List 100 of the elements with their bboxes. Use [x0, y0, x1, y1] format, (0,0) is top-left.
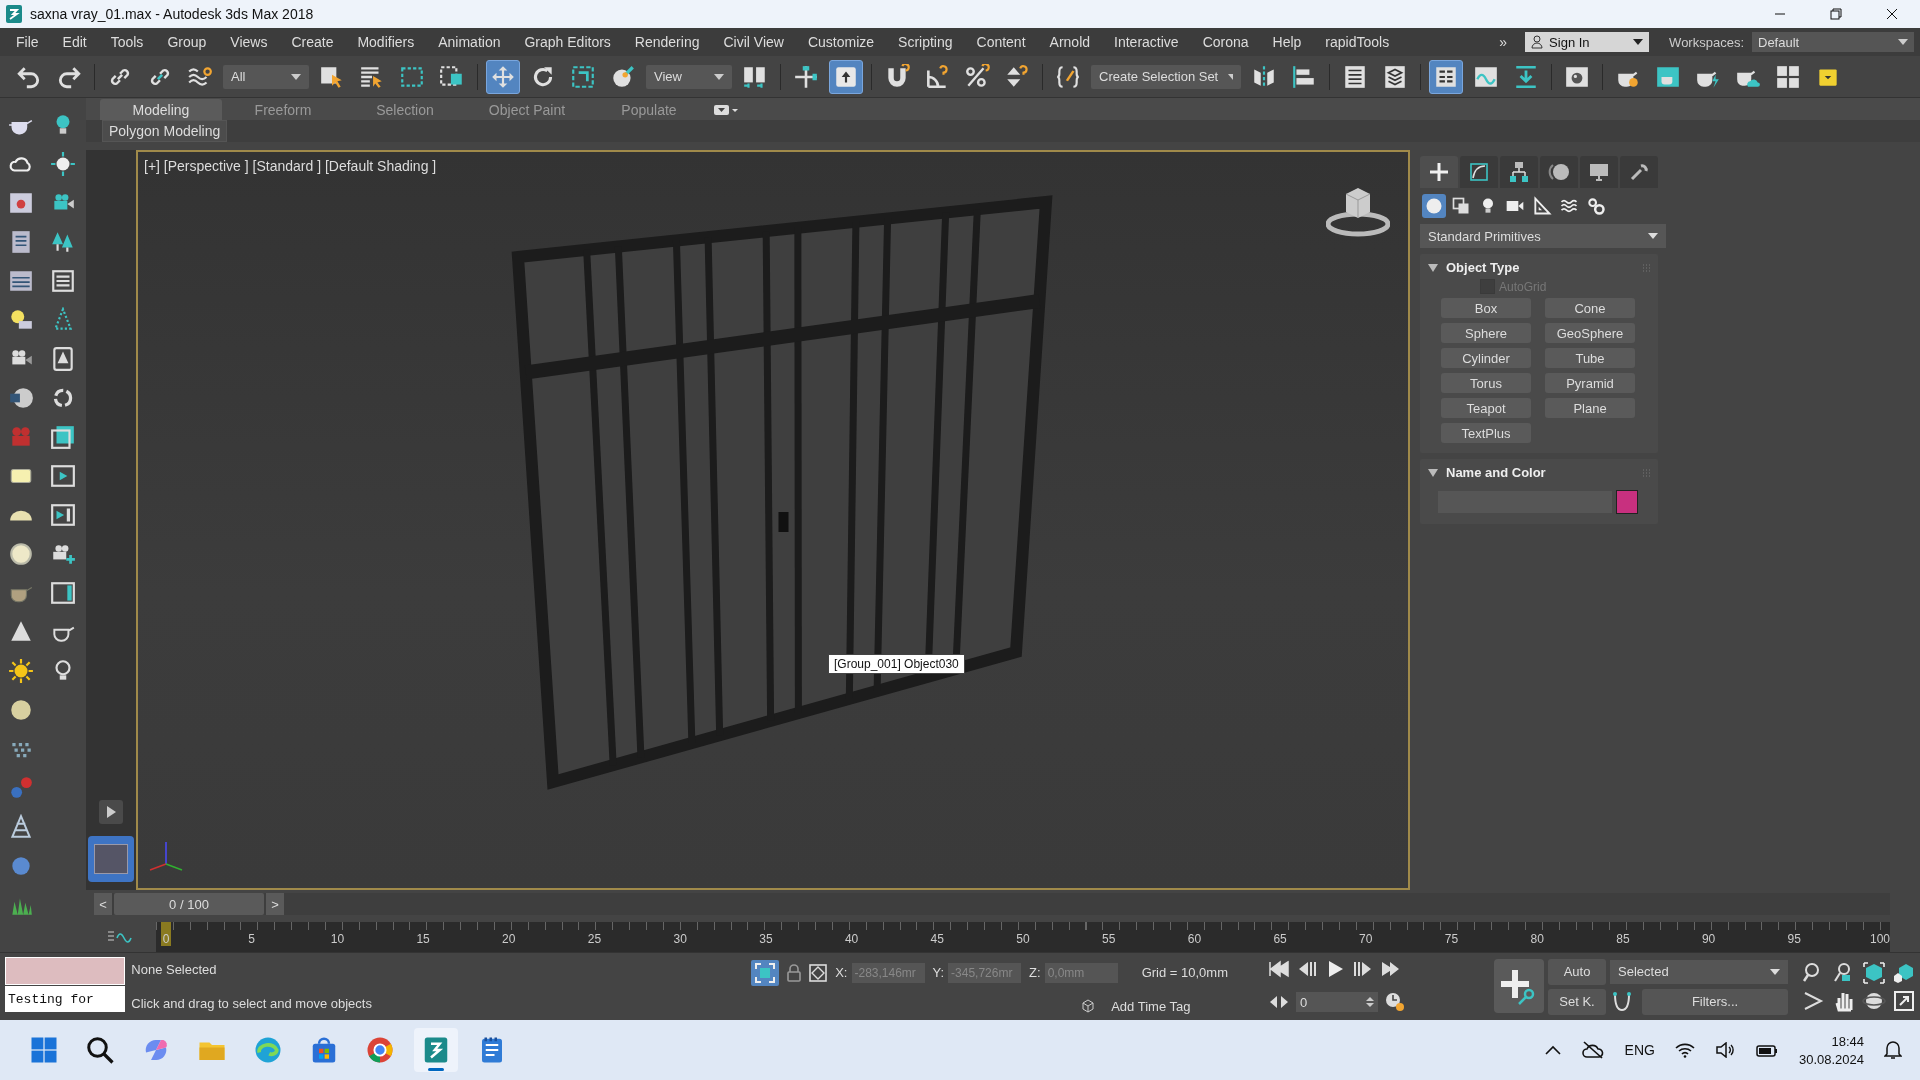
menu-item[interactable]: Tools	[98, 34, 156, 50]
ribbon-tab[interactable]: Selection	[344, 99, 466, 120]
menu-overflow[interactable]: »	[1487, 34, 1520, 50]
primitive-button[interactable]: Box	[1441, 298, 1531, 318]
picture-window-icon[interactable]	[8, 190, 34, 216]
menu-item[interactable]: rapidTools	[1313, 34, 1402, 50]
filters-button[interactable]: Filters...	[1642, 988, 1788, 1015]
camera-sphere-icon[interactable]	[8, 385, 34, 411]
menu-item[interactable]: Rendering	[622, 34, 712, 50]
expand-button[interactable]	[99, 800, 123, 824]
clock-gear-icon[interactable]	[1384, 991, 1406, 1014]
menu-item[interactable]: Content	[964, 34, 1038, 50]
spinner-arrows-icon[interactable]	[1366, 996, 1374, 1009]
ribbon-tab[interactable]: Object Paint	[466, 99, 588, 120]
toolbar-dropdown[interactable]: Create Selection Set	[1091, 64, 1241, 89]
add-time-tag[interactable]: Add Time Tag	[1111, 998, 1191, 1014]
menu-item[interactable]: Arnold	[1037, 34, 1103, 50]
menu-item[interactable]: Group	[155, 34, 219, 50]
viewport-layout-thumbnail[interactable]	[88, 836, 134, 882]
primitive-button[interactable]: Sphere	[1441, 323, 1531, 343]
menu-item[interactable]: File	[4, 34, 51, 50]
timeline-ruler[interactable]: 0 5 10 15 20 25 30 35 40 45 50 55 60 65 70 75 80 85 90 95 100	[156, 922, 1890, 952]
language-indicator[interactable]: ENG	[1624, 1042, 1655, 1058]
primitive-button[interactable]: Torus	[1441, 373, 1531, 393]
rollout-title[interactable]: Name and Color	[1446, 465, 1546, 480]
time-slider-thumb[interactable]: 0 / 100	[114, 893, 264, 915]
key-tangent-icon[interactable]	[1610, 989, 1634, 1014]
primitive-button[interactable]: GeoSphere	[1545, 323, 1635, 343]
sphere-icon[interactable]	[8, 697, 34, 723]
menu-item[interactable]: Modifiers	[345, 34, 427, 50]
sun-icon[interactable]	[8, 658, 34, 684]
maximize-viewport-icon[interactable]	[1892, 988, 1916, 1013]
play-frame-icon[interactable]	[50, 463, 76, 489]
ribbon-tab[interactable]: Modeling	[100, 99, 222, 120]
side-panel-icon[interactable]	[50, 580, 76, 606]
set-key-button[interactable]	[1494, 959, 1544, 1013]
menu-item[interactable]: Scripting	[886, 34, 965, 50]
notification-bell-icon[interactable]	[1884, 1040, 1902, 1060]
primitive-button[interactable]: Teapot	[1441, 398, 1531, 418]
key-filter-dropdown[interactable]: Selected	[1610, 959, 1788, 984]
cloud-off-icon[interactable]	[1580, 1041, 1605, 1059]
glowing-sphere-icon[interactable]	[8, 541, 34, 567]
primitive-button[interactable]: TextPlus	[1441, 423, 1531, 443]
ribbon-tab[interactable]: Populate	[588, 99, 710, 120]
caret-icon[interactable]	[1428, 263, 1438, 272]
primitive-button[interactable]: Tube	[1545, 348, 1635, 368]
sign-in-dropdown[interactable]: Sign In	[1525, 32, 1650, 52]
listener-input[interactable]: Testing for	[5, 986, 126, 1012]
menu-item[interactable]: Interactive	[1102, 34, 1191, 50]
menu-item[interactable]: Animation	[426, 34, 513, 50]
sun-icon[interactable]	[50, 151, 76, 177]
clock-date[interactable]: 30.08.2024	[1798, 1051, 1864, 1067]
restore-icon[interactable]	[1830, 8, 1842, 20]
list-panel-icon[interactable]	[50, 268, 76, 294]
menu-item[interactable]: Graph Editors	[512, 34, 623, 50]
rollout-title[interactable]: Object Type	[1446, 260, 1520, 275]
workspaces-dropdown[interactable]: Default	[1752, 32, 1914, 52]
transform-mode-icon[interactable]	[809, 963, 828, 982]
primitive-button[interactable]: Pyramid	[1545, 373, 1635, 393]
menu-item[interactable]: Views	[218, 34, 280, 50]
ribbon-panel-label[interactable]: Polygon Modeling	[102, 120, 228, 142]
tower-icon[interactable]	[8, 814, 34, 840]
chevron-up-icon[interactable]	[1544, 1045, 1561, 1055]
frame-field[interactable]: 0	[1296, 992, 1378, 1013]
toolbar-dropdown[interactable]: All	[223, 64, 309, 89]
time-config-arrows-icon[interactable]	[1268, 995, 1290, 1010]
primitive-button[interactable]: Cylinder	[1441, 348, 1531, 368]
next-frame-button[interactable]: >	[266, 893, 284, 915]
curve-toggle-icon[interactable]	[108, 930, 134, 944]
clock-time[interactable]: 18:44	[1831, 1033, 1864, 1049]
ribbon-toggle-icon[interactable]	[714, 103, 738, 116]
battery-icon[interactable]	[1754, 1042, 1779, 1058]
cube-icon[interactable]	[1081, 999, 1096, 1013]
volume-icon[interactable]	[1714, 1042, 1735, 1058]
menu-item[interactable]: Help	[1260, 34, 1314, 50]
set-key-mode-button[interactable]: Set K.	[1548, 988, 1606, 1015]
table-window-icon[interactable]	[8, 268, 34, 294]
isolate-icon[interactable]	[755, 962, 776, 983]
color-swatch[interactable]	[1616, 490, 1638, 514]
primitive-button[interactable]: Cone	[1545, 298, 1635, 318]
close-icon[interactable]	[1886, 8, 1898, 20]
menu-item[interactable]: Edit	[50, 34, 99, 50]
menu-item[interactable]: Create	[279, 34, 346, 50]
previous-frame-button[interactable]: <	[94, 893, 112, 915]
lock-icon[interactable]	[787, 963, 802, 982]
stacked-frames-icon[interactable]	[50, 424, 76, 450]
auto-key-button[interactable]: Auto	[1548, 958, 1606, 985]
menu-item[interactable]: Customize	[795, 34, 887, 50]
toolbar-dropdown[interactable]: View	[646, 64, 732, 89]
zoom-extents-icon[interactable]	[1862, 960, 1886, 985]
caret-icon[interactable]	[1428, 468, 1438, 477]
primitive-button[interactable]: Plane	[1545, 398, 1635, 418]
ribbon-tab[interactable]: Freeform	[222, 99, 344, 120]
time-slider[interactable]: 0 / 100 < >	[94, 893, 1890, 915]
menu-item[interactable]: Civil View	[711, 34, 796, 50]
menu-item[interactable]: Corona	[1190, 34, 1261, 50]
viewport-label[interactable]: [+] [Perspective ] [Standard ] [Default Shading ]	[144, 158, 437, 174]
wifi-icon[interactable]	[1674, 1042, 1695, 1058]
play-window-icon[interactable]	[50, 502, 76, 528]
go-to-start-icon[interactable]	[1268, 959, 1290, 978]
